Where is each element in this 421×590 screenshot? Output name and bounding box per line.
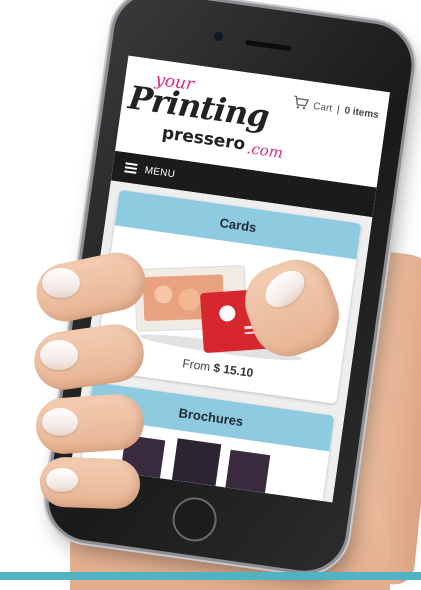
cart-separator: | — [336, 103, 341, 116]
cart-icon — [291, 95, 310, 113]
nail-index — [42, 268, 80, 298]
logo-com: .com — [245, 139, 285, 163]
price-value: $ 15.10 — [212, 360, 255, 381]
cart-label: Cart — [312, 100, 333, 114]
bottom-strip — [0, 572, 421, 580]
cart-count: 0 items — [343, 104, 380, 121]
cart-link[interactable]: Cart | 0 items — [291, 95, 379, 123]
hamburger-icon — [124, 160, 138, 176]
nail-middle — [40, 340, 78, 370]
earpiece-speaker — [245, 39, 292, 52]
site-logo[interactable]: your Printing pressero .com — [126, 56, 390, 162]
menu-label: MENU — [143, 164, 176, 180]
logo-printing: Printing — [126, 78, 271, 136]
front-camera — [213, 31, 224, 42]
nail-ring — [42, 408, 78, 436]
price-prefix: From — [181, 356, 212, 375]
nail-pinky — [46, 468, 78, 492]
home-button[interactable] — [169, 494, 220, 545]
